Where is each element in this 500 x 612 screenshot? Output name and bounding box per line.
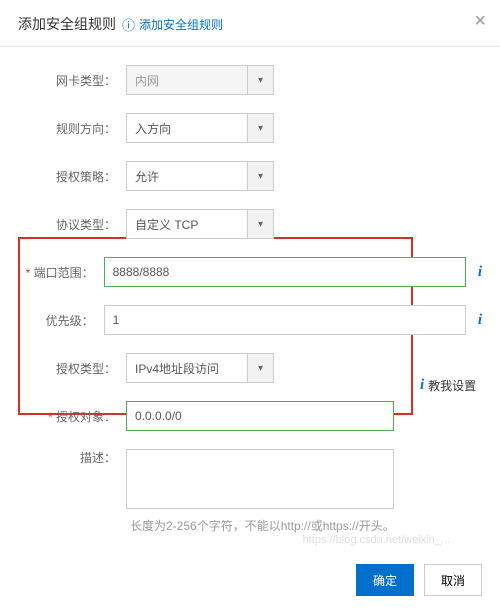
chevron-down-icon[interactable]: ▾ [247,210,273,238]
description-textarea[interactable] [126,449,394,509]
nic-type-label: 网卡类型 [18,72,126,89]
chevron-down-icon: ▾ [247,66,273,94]
protocol-label: 协议类型 [18,216,126,233]
close-icon[interactable]: × [474,10,486,33]
description-label: 描述 [18,449,126,466]
info-icon[interactable]: i [478,312,482,329]
info-icon[interactable]: i [478,264,482,281]
help-link[interactable]: 添加安全组规则 [139,16,223,33]
priority-input[interactable] [104,305,466,335]
description-hint: 长度为2-256个字符，不能以http://或https://开头。 [126,517,482,534]
info-icon: i [420,377,424,394]
watermark: https://blog.csdn.net/weixin_... [303,534,450,546]
priority-label: 优先级 [18,312,104,329]
chevron-down-icon[interactable]: ▾ [247,354,273,382]
chevron-down-icon[interactable]: ▾ [247,162,273,190]
auth-object-input[interactable] [126,401,394,431]
modal-title: 添加安全组规则 [18,14,116,34]
help-icon[interactable]: ⓘ [122,15,135,34]
auth-object-label: 授权对象 [18,408,126,425]
ok-button[interactable]: 确定 [356,564,414,596]
teach-me-link[interactable]: i 教我设置 [420,377,476,394]
auth-type-label: 授权类型 [18,360,126,377]
cancel-button[interactable]: 取消 [424,564,482,596]
port-range-input[interactable] [104,257,466,287]
policy-label: 授权策略 [18,168,126,185]
chevron-down-icon[interactable]: ▾ [247,114,273,142]
direction-label: 规则方向 [18,120,126,137]
teach-me-label: 教我设置 [428,377,476,394]
port-range-label: 端口范围 [18,264,104,281]
